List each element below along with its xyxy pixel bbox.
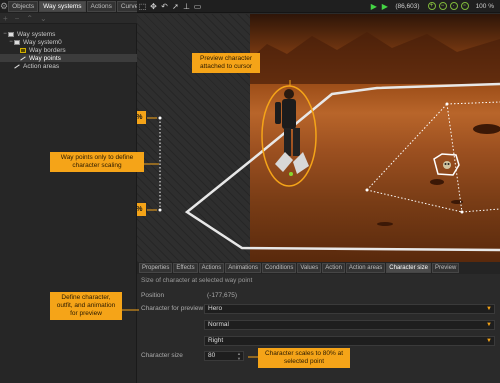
gear-icon[interactable]: ⚙ <box>0 0 8 13</box>
skull-hotspot[interactable] <box>433 153 460 176</box>
callout-preview-character: Preview character attached to cursor <box>192 53 260 73</box>
way-border[interactable] <box>184 82 500 252</box>
tree-item-way-borders[interactable]: Way borders <box>0 46 137 54</box>
way-point[interactable] <box>445 102 449 106</box>
tab-way-systems[interactable]: Way systems <box>39 1 86 12</box>
chevron-down-icon: ▼ <box>486 306 492 312</box>
tree-item-label: Way system0 <box>23 38 62 46</box>
tab-character-size[interactable]: Character size <box>386 263 431 273</box>
frame-icon[interactable]: ▭ <box>192 2 203 11</box>
way-point[interactable] <box>158 208 162 212</box>
character-size-stepper[interactable]: 80 ▲ ▼ <box>204 351 244 361</box>
editor-toolbar: ⬚ ✥ ↶ ➚ ⊥ ▭ ▶ ▶ (86,603) + − · ▫ 100 % <box>137 0 500 13</box>
way-points-icon <box>20 55 26 61</box>
position-value: (-177,675) <box>207 292 237 299</box>
scale-label-46: 46% <box>137 111 146 124</box>
preview-character <box>261 85 317 187</box>
scale-label-80: 80% <box>137 203 146 216</box>
way-point[interactable] <box>365 188 369 192</box>
move-up-icon[interactable]: ⌃ <box>26 14 33 23</box>
tab-preview[interactable]: Preview <box>431 263 460 273</box>
chevron-down-icon: ▼ <box>486 338 492 344</box>
tab-properties[interactable]: Properties <box>139 263 173 273</box>
tree-item-action-areas[interactable]: Action areas <box>0 62 137 70</box>
left-panel: ⚙ Objects Way systems Actions Curves + −… <box>0 0 146 383</box>
zoom-fit-icon[interactable]: ▫ <box>460 2 469 10</box>
left-tab-bar: ⚙ Objects Way systems Actions Curves <box>0 0 146 13</box>
action-areas-icon <box>14 63 20 69</box>
properties-description: Size of character at selected way point <box>141 277 253 284</box>
tab-actions[interactable]: Actions <box>86 1 116 12</box>
tree-item-way-system0[interactable]: − Way system0 <box>0 38 137 46</box>
zoom-level: 100 % <box>475 2 494 10</box>
move-down-icon[interactable]: ⌄ <box>40 14 47 23</box>
move-icon[interactable]: ✥ <box>148 2 159 11</box>
callout-define-character: Define character, outfit, and animation … <box>50 292 122 320</box>
properties-tab-bar: Properties Effects Actions Animations Co… <box>137 262 500 274</box>
tree-item-way-systems[interactable]: − Way systems <box>0 30 137 38</box>
tab-values[interactable]: Values <box>297 263 322 273</box>
zoom-out-icon[interactable]: − <box>438 2 447 10</box>
way-point[interactable] <box>460 210 464 214</box>
tree-item-label: Way systems <box>17 30 56 38</box>
play-icon[interactable]: ▶ <box>368 2 379 11</box>
canvas-overlay <box>144 32 500 252</box>
add-icon[interactable]: + <box>3 14 8 23</box>
coordinates-readout: (86,603) <box>395 2 420 10</box>
tab-animations[interactable]: Animations <box>225 263 261 273</box>
way-point[interactable] <box>158 116 162 120</box>
tree-item-label: Action areas <box>23 62 60 70</box>
tab-objects[interactable]: Objects <box>8 1 39 12</box>
chevron-down-icon: ▼ <box>486 322 492 328</box>
tree-item-way-points[interactable]: Way points <box>0 54 137 62</box>
outfit-select[interactable]: Normal ▼ <box>204 320 495 330</box>
zoom-in-icon[interactable]: + <box>427 2 436 10</box>
character-size-label: Character size <box>141 352 183 359</box>
tab-action[interactable]: Action <box>322 263 345 273</box>
undo-icon[interactable]: ↶ <box>159 2 170 11</box>
tab-effects[interactable]: Effects <box>173 263 198 273</box>
waysystem-icon <box>14 39 20 45</box>
pointer-icon[interactable]: ➚ <box>170 2 181 11</box>
select-area-icon[interactable]: ⬚ <box>137 2 148 11</box>
animation-select[interactable]: Right ▼ <box>204 336 495 346</box>
play-from-here-icon[interactable]: ▶ <box>379 2 390 11</box>
tab-action-areas[interactable]: Action areas <box>345 263 386 273</box>
tab-actions[interactable]: Actions <box>198 263 225 273</box>
tree-item-label: Way borders <box>29 46 66 54</box>
tree-item-label: Way points <box>29 54 61 62</box>
callout-way-points: Way points only to define character scal… <box>50 152 144 172</box>
tab-conditions[interactable]: Conditions <box>261 263 297 273</box>
zoom-reset-icon[interactable]: · <box>449 2 458 10</box>
way-point-lines <box>159 101 500 213</box>
way-borders-icon <box>20 47 26 53</box>
way-system-tree: − Way systems − Way system0 Way borders … <box>0 30 137 70</box>
stepper-arrows-icon[interactable]: ▲ ▼ <box>237 351 241 361</box>
callout-character-scales: Character scales to 80% at selected poin… <box>258 348 350 368</box>
waysystem-icon <box>8 31 14 37</box>
tree-toolbar: + − ⌃ ⌄ <box>0 13 137 24</box>
character-select[interactable]: Hero ▼ <box>204 304 495 314</box>
character-preview-label: Character for preview <box>141 305 204 312</box>
pin-icon[interactable]: ⊥ <box>181 2 192 11</box>
remove-icon[interactable]: − <box>15 14 20 23</box>
scene-canvas[interactable]: Preview character attached to cursor 46%… <box>137 14 500 262</box>
position-label: Position <box>141 292 165 299</box>
